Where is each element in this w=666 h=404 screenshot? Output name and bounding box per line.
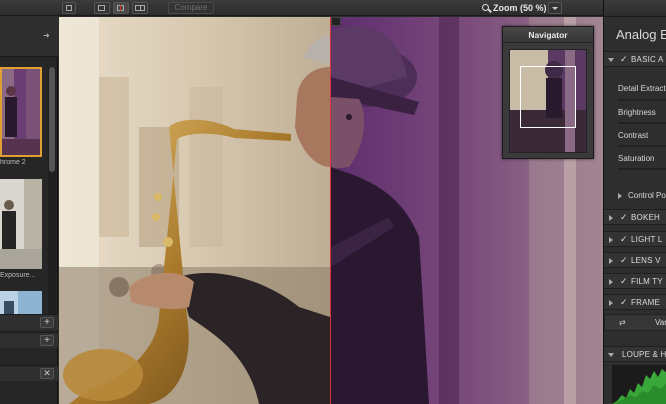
preset-thumbnail[interactable]: hrome 2 [0, 67, 42, 177]
expand-triangle-icon [609, 237, 613, 243]
shuffle-icon: ⇄ [619, 318, 626, 327]
section-light-leaks[interactable]: ✓ LIGHT L [604, 231, 666, 247]
param-detail-extraction: Detail Extract [618, 84, 666, 93]
zoom-control[interactable]: Zoom (50 %) [482, 2, 547, 14]
preset-preview-image [0, 67, 42, 157]
history-row: + [0, 314, 58, 330]
adjustments-panel: Analog E ✓ BASIC A Detail Extract Bright… [603, 0, 666, 404]
section-label: LENS V [631, 256, 661, 265]
checkmark-icon[interactable]: ✓ [620, 234, 628, 245]
arrow-right-icon[interactable]: ➜ [43, 31, 50, 40]
preset-preview-image [0, 179, 42, 269]
filmstrip-panel: ➜ hrome 2 Exposure... + + ✕ [0, 17, 58, 404]
navigator-title: Navigator [503, 27, 593, 43]
section-frames[interactable]: ✓ FRAME [604, 294, 666, 310]
filter-title: Analog E [616, 27, 666, 42]
image-canvas[interactable]: Navigator [59, 17, 603, 404]
section-film-type[interactable]: ✓ FILM TY [604, 273, 666, 289]
section-label: BOKEH [631, 213, 661, 222]
slider-brightness[interactable] [618, 122, 666, 124]
magnifier-icon [482, 4, 489, 11]
control-points-toggle[interactable]: Control Po [604, 188, 666, 204]
expand-triangle-icon [609, 279, 613, 285]
split-handle[interactable] [331, 17, 341, 26]
checkmark-icon[interactable]: ✓ [620, 297, 628, 308]
checkmark-icon[interactable]: ✓ [620, 212, 628, 223]
histogram [612, 365, 666, 404]
checkmark-icon[interactable]: ✓ [620, 276, 628, 287]
param-contrast: Contrast [618, 131, 649, 140]
slider-saturation[interactable] [618, 168, 666, 170]
expand-triangle-icon [609, 215, 613, 221]
expand-triangle-icon [609, 300, 613, 306]
histogram-graph [612, 369, 666, 404]
slider-detail-extraction[interactable] [618, 99, 666, 101]
history-row: ✕ [0, 365, 58, 381]
split-view-button[interactable] [113, 2, 129, 14]
section-lens-vignette[interactable]: ✓ LENS V [604, 252, 666, 268]
collapse-triangle-icon [608, 58, 614, 62]
checkmark-icon[interactable]: ✓ [620, 255, 628, 266]
slider-contrast[interactable] [618, 145, 666, 147]
section-loupe-histogram[interactable]: LOUPE & H [604, 346, 666, 362]
navigator-panel: Navigator [502, 26, 594, 159]
section-label: FILM TY [631, 277, 663, 286]
filmstrip-header: ➜ [0, 17, 58, 57]
section-bokeh[interactable]: ✓ BOKEH [604, 209, 666, 225]
preset-thumbnail[interactable]: Exposure... [0, 179, 42, 287]
zoom-label: Zoom (50 %) [493, 3, 547, 13]
toggle-left-panel-button[interactable] [62, 2, 76, 14]
navigator-preview[interactable] [509, 49, 587, 153]
preset-list: hrome 2 Exposure... [0, 67, 48, 329]
add-button[interactable]: + [40, 317, 54, 328]
split-view-icon [117, 5, 124, 11]
single-view-icon [98, 5, 105, 11]
preset-label: hrome 2 [0, 159, 26, 166]
close-button[interactable]: ✕ [40, 368, 54, 379]
param-brightness: Brightness [618, 108, 656, 117]
side-by-side-icon [135, 5, 145, 11]
section-label: FRAME [631, 298, 660, 307]
compare-button[interactable]: Compare [168, 2, 214, 14]
section-label: LIGHT L [631, 235, 663, 244]
top-toolbar: Compare Zoom (50 %) [0, 0, 666, 16]
checkmark-icon[interactable]: ✓ [620, 54, 628, 65]
panel-icon [66, 5, 72, 11]
side-by-side-view-button[interactable] [132, 2, 148, 14]
split-divider[interactable] [330, 17, 331, 404]
collapse-triangle-icon [608, 353, 614, 357]
variations-button[interactable]: ⇄ Var [604, 314, 666, 331]
control-points-label: Control Po [628, 191, 666, 200]
preset-label: Exposure... [0, 272, 36, 279]
section-label: BASIC A [631, 55, 664, 64]
right-panel-toolbar [604, 0, 666, 17]
scrollbar-thumb[interactable] [49, 67, 55, 172]
navigator-viewport-rect[interactable] [520, 66, 576, 128]
history-row: + [0, 332, 58, 348]
section-label: LOUPE & H [622, 350, 666, 359]
variations-label: Var [655, 318, 666, 327]
expand-triangle-icon [609, 258, 613, 264]
zoom-dropdown[interactable] [548, 2, 562, 14]
single-view-button[interactable] [94, 2, 110, 14]
param-saturation: Saturation [618, 154, 655, 163]
section-basic-adjustments[interactable]: ✓ BASIC A [604, 51, 666, 67]
expand-triangle-icon [618, 193, 622, 199]
filmstrip-scrollbar[interactable] [48, 67, 56, 329]
add-button[interactable]: + [40, 335, 54, 346]
